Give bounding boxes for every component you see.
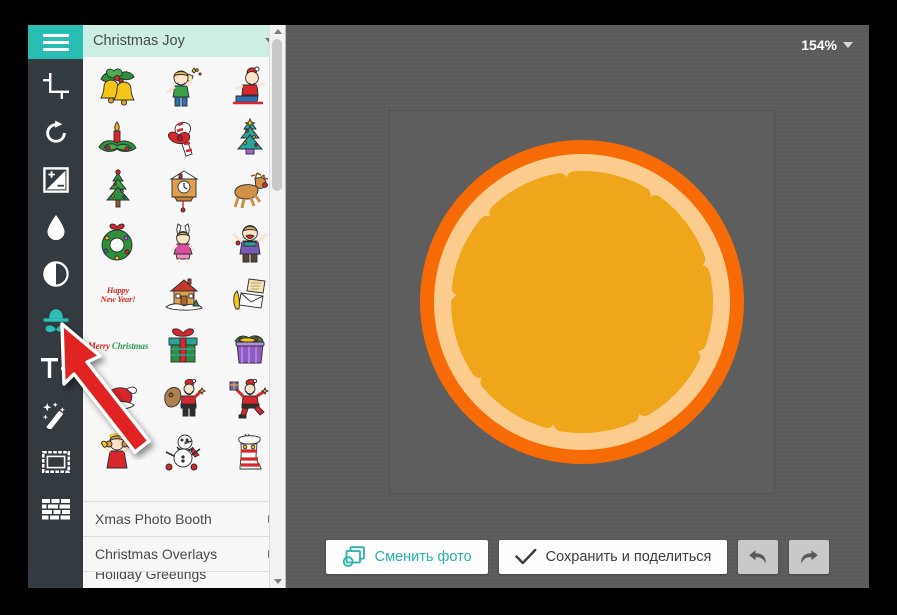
frames-tool-button[interactable] xyxy=(28,438,83,485)
redo-arrow-icon xyxy=(801,550,819,564)
checkmark-icon xyxy=(514,548,537,565)
sticker-pack-title: Christmas Joy xyxy=(93,33,185,49)
rotate-icon xyxy=(45,120,66,143)
happy-new-year-text-sticker[interactable]: Happy New Year! xyxy=(85,269,151,321)
merry-christmas-text-sticker[interactable]: Merry Christmas xyxy=(85,321,151,373)
contrast-tool-button[interactable] xyxy=(28,250,83,297)
candy-cane-bow-sticker[interactable] xyxy=(151,113,217,165)
change-photo-button[interactable]: Сменить фото xyxy=(325,540,488,574)
wreath-sticker[interactable] xyxy=(85,217,151,269)
rotate-tool-button[interactable] xyxy=(28,109,83,156)
gingerbread-house-sticker[interactable] xyxy=(151,269,217,321)
sticker-pack-selector[interactable]: Christmas Joy xyxy=(83,25,285,57)
exposure-tool-button[interactable] xyxy=(28,156,83,203)
text-add-icon xyxy=(40,357,71,378)
santa-with-sack-sticker[interactable] xyxy=(151,373,217,425)
caret-down-icon xyxy=(273,579,282,584)
change-photo-label: Сменить фото xyxy=(374,549,472,565)
texture-icon xyxy=(41,498,70,519)
undo-button[interactable] xyxy=(738,540,779,574)
stickers-tool-button[interactable] xyxy=(28,297,83,344)
panel-scrollbar[interactable] xyxy=(269,25,285,588)
left-toolbar xyxy=(28,25,83,588)
effects-tool-button[interactable] xyxy=(28,391,83,438)
scroll-down-button[interactable] xyxy=(270,575,285,588)
menu-hamburger-icon xyxy=(42,33,69,51)
chevron-down-icon xyxy=(843,42,853,48)
cuckoo-clock-sticker[interactable] xyxy=(151,165,217,217)
caret-up-icon xyxy=(273,29,282,34)
save-share-button[interactable]: Сохранить и поделиться xyxy=(498,540,728,574)
textures-tool-button[interactable] xyxy=(28,485,83,532)
holly-bells-sticker[interactable] xyxy=(85,61,151,113)
crop-icon xyxy=(42,72,69,99)
candle-holly-sticker[interactable] xyxy=(85,113,151,165)
kid-champagne-sticker[interactable] xyxy=(151,61,217,113)
text-tool-button[interactable] xyxy=(28,344,83,391)
snowman-sticker[interactable] xyxy=(151,425,217,477)
crop-tool-button[interactable] xyxy=(28,62,83,109)
blur-droplet-tool-button[interactable] xyxy=(28,203,83,250)
photos-stack-icon xyxy=(342,546,365,567)
category-label: Xmas Photo Booth xyxy=(95,511,212,527)
stickers-hat-mustache-icon xyxy=(42,308,69,332)
screenshot-root: Christmas Joy Happy New Year! Merry Chri… xyxy=(0,0,897,615)
undo-arrow-icon xyxy=(749,550,767,564)
sticker-scroll-area: Happy New Year! Merry Christmas xyxy=(83,57,285,501)
droplet-icon xyxy=(47,214,64,240)
scroll-up-button[interactable] xyxy=(270,25,285,38)
angel-girl-sticker[interactable] xyxy=(85,425,151,477)
save-share-label: Сохранить и поделиться xyxy=(545,549,712,565)
bunny-girl-sticker[interactable] xyxy=(151,217,217,269)
redo-button[interactable] xyxy=(789,540,830,574)
gift-box-sticker[interactable] xyxy=(151,321,217,373)
exposure-icon xyxy=(42,166,69,193)
editor-workspace: 154% Сменить фото Сохранить и поделиться xyxy=(286,25,869,588)
frame-icon xyxy=(41,450,70,473)
sticker-grid: Happy New Year! Merry Christmas xyxy=(83,57,285,477)
action-bar: Сменить фото Сохранить и поделиться xyxy=(286,526,869,588)
sticker-category-list: Xmas Photo Booth Christmas Overlays Holida… xyxy=(83,501,285,588)
photo-editor-window: Christmas Joy Happy New Year! Merry Chri… xyxy=(28,25,869,588)
green-christmas-tree-sticker[interactable] xyxy=(85,165,151,217)
zoom-level-value: 154% xyxy=(801,37,837,53)
category-label: Holiday Greetings xyxy=(95,571,207,582)
magic-wand-icon xyxy=(42,401,65,429)
category-holiday-greetings[interactable]: Holiday Greetings xyxy=(83,571,285,588)
image-canvas[interactable] xyxy=(390,111,774,493)
santa-hat-sticker[interactable] xyxy=(85,373,151,425)
orange-slice-image xyxy=(390,111,774,493)
stickers-panel: Christmas Joy Happy New Year! Merry Chri… xyxy=(83,25,286,588)
contrast-icon xyxy=(42,260,69,287)
scrollbar-thumb[interactable] xyxy=(272,39,282,191)
zoom-level-control[interactable]: 154% xyxy=(801,37,853,53)
category-label: Christmas Overlays xyxy=(95,546,218,562)
category-xmas-photo-booth[interactable]: Xmas Photo Booth xyxy=(83,501,285,536)
category-christmas-overlays[interactable]: Christmas Overlays xyxy=(83,536,285,571)
menu-hamburger-button[interactable] xyxy=(28,25,83,59)
